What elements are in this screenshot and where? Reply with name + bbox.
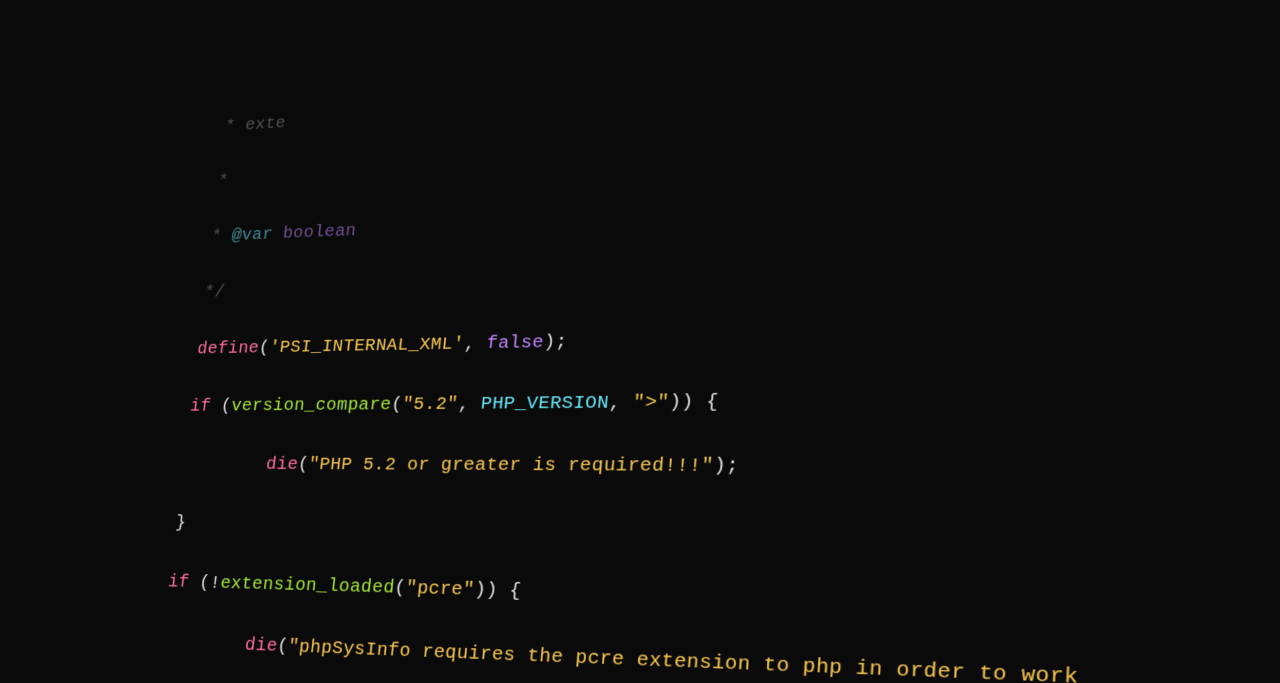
line-close-brace-1: } xyxy=(174,513,187,533)
line-die-pcre: die("phpSysInfo requires the pcre extens… xyxy=(160,632,1079,683)
line-var-doc: * @var boolean xyxy=(210,222,357,247)
line-comment-1: * exte xyxy=(224,114,287,136)
code-content: * exte * * @var boolean */ define('PSI_I… xyxy=(0,25,1103,683)
line-define: define('PSI_INTERNAL_XML', false); xyxy=(196,332,568,359)
code-editor: * exte * * @var boolean */ define('PSI_I… xyxy=(0,0,1280,683)
line-if-version: if (version_compare("5.2", PHP_VERSION, … xyxy=(189,392,719,417)
line-if-extension: if (!extension_loaded("pcre")) { xyxy=(167,572,522,602)
line-comment-end: */ xyxy=(203,283,226,303)
line-die-version: die("PHP 5.2 or greater is required!!!")… xyxy=(182,455,740,478)
line-comment-2: * xyxy=(217,172,229,191)
